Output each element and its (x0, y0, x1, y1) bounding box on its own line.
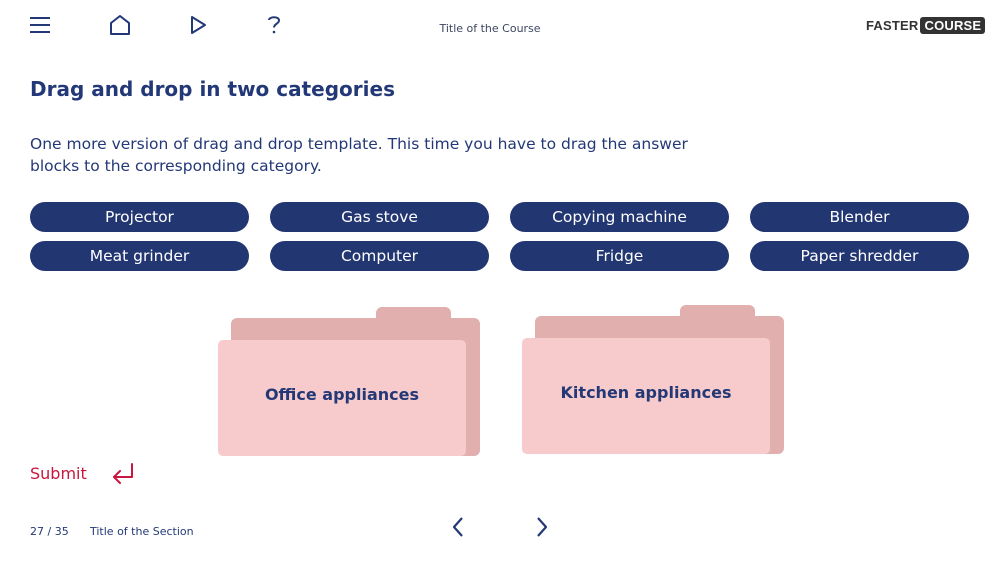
answer-block[interactable]: Fridge (510, 241, 729, 271)
submit-label: Submit (30, 463, 87, 483)
previous-button[interactable] (446, 514, 470, 540)
logo-text-course: COURSE (920, 17, 986, 34)
answer-blocks: Projector Gas stove Copying machine Blen… (30, 202, 970, 271)
chevron-left-icon (452, 517, 463, 537)
submit-button[interactable]: Submit (30, 462, 135, 484)
page-title: Drag and drop in two categories (30, 77, 395, 101)
section-title: Title of the Section (90, 525, 194, 538)
next-button[interactable] (530, 514, 554, 540)
category-label: Office appliances (264, 385, 420, 404)
answer-block[interactable]: Blender (750, 202, 969, 232)
page-indicator: 27 / 35 (30, 525, 69, 538)
instructions-text: One more version of drag and drop templa… (30, 135, 688, 175)
chevron-right-icon (537, 517, 548, 537)
answer-block[interactable]: Projector (30, 202, 249, 232)
drop-zone-office-appliances[interactable]: Office appliances (218, 307, 480, 457)
logo-text-faster: FASTER (866, 18, 919, 33)
enter-return-icon (111, 462, 135, 484)
answer-block[interactable]: Paper shredder (750, 241, 969, 271)
course-title: Title of the Course (439, 22, 541, 35)
drop-zone-kitchen-appliances[interactable]: Kitchen appliances (522, 305, 784, 455)
category-label: Kitchen appliances (560, 383, 732, 402)
folder-front: Office appliances (218, 340, 466, 456)
answer-block[interactable]: Computer (270, 241, 489, 271)
answer-block[interactable]: Meat grinder (30, 241, 249, 271)
faster-course-logo: FASTER COURSE (866, 16, 986, 35)
answer-block[interactable]: Copying machine (510, 202, 729, 232)
answer-block[interactable]: Gas stove (270, 202, 489, 232)
folder-front: Kitchen appliances (522, 338, 770, 454)
